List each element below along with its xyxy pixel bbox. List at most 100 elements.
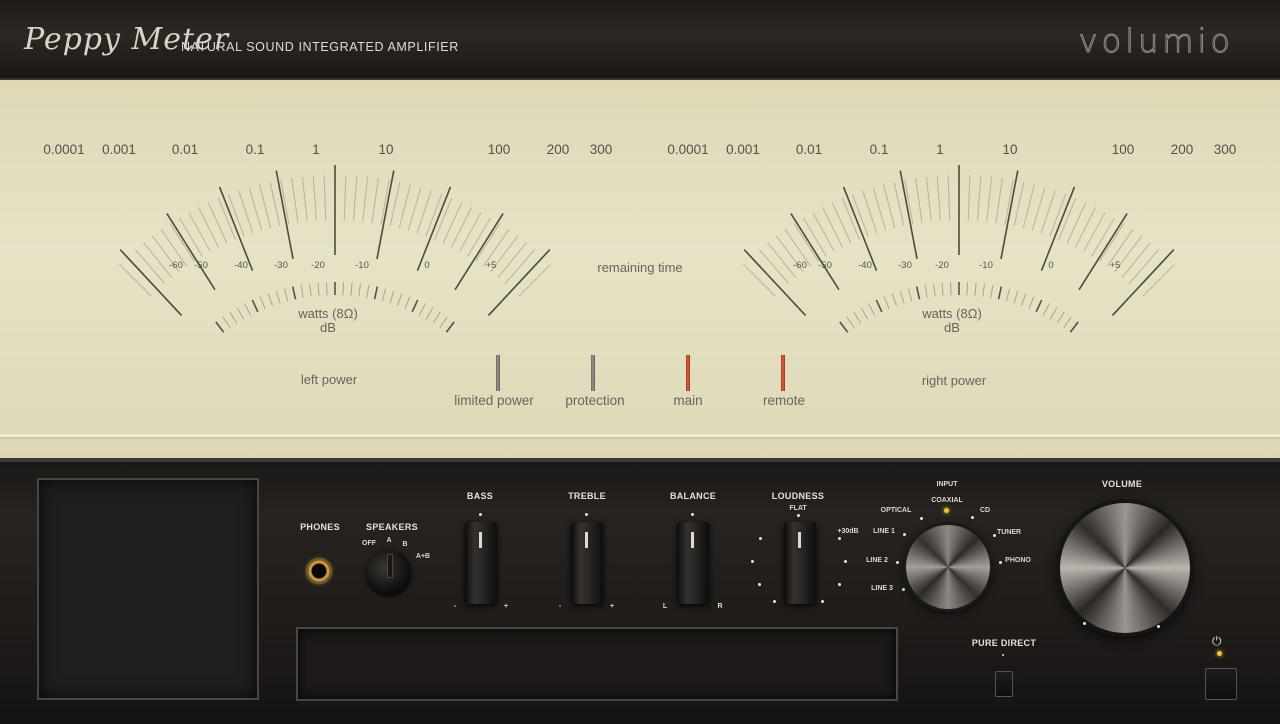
- right-db-mark: [899, 290, 905, 304]
- left-unit-watts: watts (8Ω): [298, 306, 358, 321]
- right-minor-tick: [872, 187, 887, 231]
- right-db-mark: [875, 299, 883, 313]
- balance-left-label: L: [662, 603, 668, 610]
- bass-slider[interactable]: [465, 522, 497, 604]
- left-minor-tick: [389, 181, 401, 227]
- left-minor-tick: [259, 184, 272, 229]
- right-db-mark: [1049, 307, 1058, 320]
- left-db-mark: [425, 307, 434, 320]
- left-db-mark: [317, 282, 320, 296]
- right-db-mark: [982, 283, 985, 297]
- left-db-mark: [404, 296, 411, 309]
- loudness-label: LOUDNESS: [771, 491, 825, 501]
- treble-label: TREBLE: [568, 491, 606, 501]
- loudness-dot: [797, 514, 800, 517]
- input-line2-label: LINE 2: [866, 557, 888, 564]
- volume-label: VOLUME: [1101, 479, 1143, 489]
- left-minor-tick: [291, 178, 299, 223]
- left-watts-tick: 0.1: [245, 142, 265, 157]
- input-selector-knob[interactable]: [906, 525, 990, 609]
- pure-direct-label: PURE DIRECT: [971, 638, 1037, 648]
- right-minor-tick: [883, 184, 896, 229]
- left-minor-tick: [497, 242, 527, 278]
- protection-label: protection: [565, 393, 625, 408]
- right-db-mark: [924, 284, 928, 298]
- power-button[interactable]: [1205, 668, 1237, 700]
- left-minor-tick: [207, 202, 228, 244]
- speakers-selector-knob[interactable]: [367, 550, 411, 594]
- balance-label: BALANCE: [669, 491, 717, 501]
- power-led: [1217, 651, 1222, 656]
- input-phono-label: PHONO: [1005, 557, 1031, 564]
- limited-power-indicator: [496, 355, 500, 391]
- input-title-label: INPUT: [936, 481, 958, 488]
- input-dot: [920, 517, 923, 520]
- left-db-mark: [350, 282, 353, 296]
- left-db-mark: [445, 321, 455, 333]
- treble-slider[interactable]: [571, 522, 603, 604]
- right-db-mark: [883, 296, 890, 309]
- left-minor-tick: [518, 263, 552, 297]
- left-db-mark: [325, 282, 328, 296]
- protection-indicator: [591, 355, 595, 391]
- input-dot: [903, 533, 906, 536]
- right-watts-tick: 10: [1002, 142, 1018, 157]
- brand-subtitle: NATURAL SOUND INTEGRATED AMPLIFIER: [181, 40, 459, 54]
- left-minor-tick: [269, 181, 281, 227]
- left-db-mark: [366, 284, 370, 298]
- right-major-tick: [842, 186, 878, 271]
- right-db-mark: [1028, 296, 1035, 309]
- left-power-label: left power: [300, 372, 358, 387]
- left-db-tick: -50: [194, 260, 208, 271]
- right-minor-tick: [812, 212, 835, 253]
- bass-min-label: -: [453, 603, 457, 610]
- left-minor-tick: [169, 223, 195, 262]
- right-db-tick: +5: [1109, 260, 1121, 271]
- main-indicator: [686, 355, 690, 391]
- right-minor-tick: [1074, 207, 1096, 248]
- vu-meter-panel: 0.0001 0.001 0.01 0.1 1 10 100 200 300 0…: [0, 80, 1280, 458]
- right-watts-tick: 0.0001: [667, 142, 709, 157]
- loudness-slider[interactable]: [784, 522, 816, 604]
- loudness-dot: [838, 537, 841, 540]
- left-watts-tick: 10: [378, 142, 394, 157]
- treble-min-label: -: [558, 603, 562, 610]
- right-db-mark: [846, 316, 855, 328]
- right-db-mark: [966, 282, 969, 296]
- left-db-tick: -30: [274, 260, 288, 271]
- volume-dot: [1157, 625, 1160, 628]
- pure-direct-button[interactable]: [995, 671, 1013, 697]
- right-watts-tick: 300: [1213, 142, 1237, 157]
- left-minor-tick: [312, 175, 317, 221]
- left-db-tick: -20: [311, 260, 325, 271]
- right-major-tick: [1040, 186, 1076, 271]
- left-minor-tick: [143, 242, 173, 278]
- right-db-mark: [1020, 293, 1027, 307]
- left-db-mark: [432, 311, 441, 324]
- right-db-mark: [1035, 299, 1043, 313]
- limited-power-label: limited power: [454, 393, 534, 408]
- right-db-tick: -30: [898, 260, 912, 271]
- right-major-tick: [1000, 170, 1019, 260]
- bass-label: BASS: [466, 491, 494, 501]
- right-minor-tick: [1121, 242, 1151, 278]
- right-power-label: right power: [921, 373, 987, 388]
- left-db-mark: [222, 316, 231, 328]
- right-db-mark: [839, 321, 849, 333]
- speakers-b-label: B: [402, 541, 408, 548]
- right-major-tick: [1111, 249, 1175, 316]
- phones-jack: [303, 555, 335, 587]
- speakers-ab-label: A+B: [415, 553, 431, 560]
- right-minor-tick: [742, 263, 776, 297]
- pure-direct-led: [1002, 654, 1004, 656]
- input-selected-led: [944, 508, 949, 513]
- loudness-dot: [844, 560, 847, 563]
- left-db-mark: [373, 286, 379, 300]
- balance-slider[interactable]: [677, 522, 709, 604]
- right-minor-tick: [1066, 202, 1087, 244]
- loudness-dot: [821, 600, 824, 603]
- volume-knob[interactable]: [1060, 503, 1190, 633]
- left-db-mark: [389, 290, 395, 304]
- left-minor-tick: [362, 176, 369, 222]
- right-watts-tick: 0.1: [869, 142, 889, 157]
